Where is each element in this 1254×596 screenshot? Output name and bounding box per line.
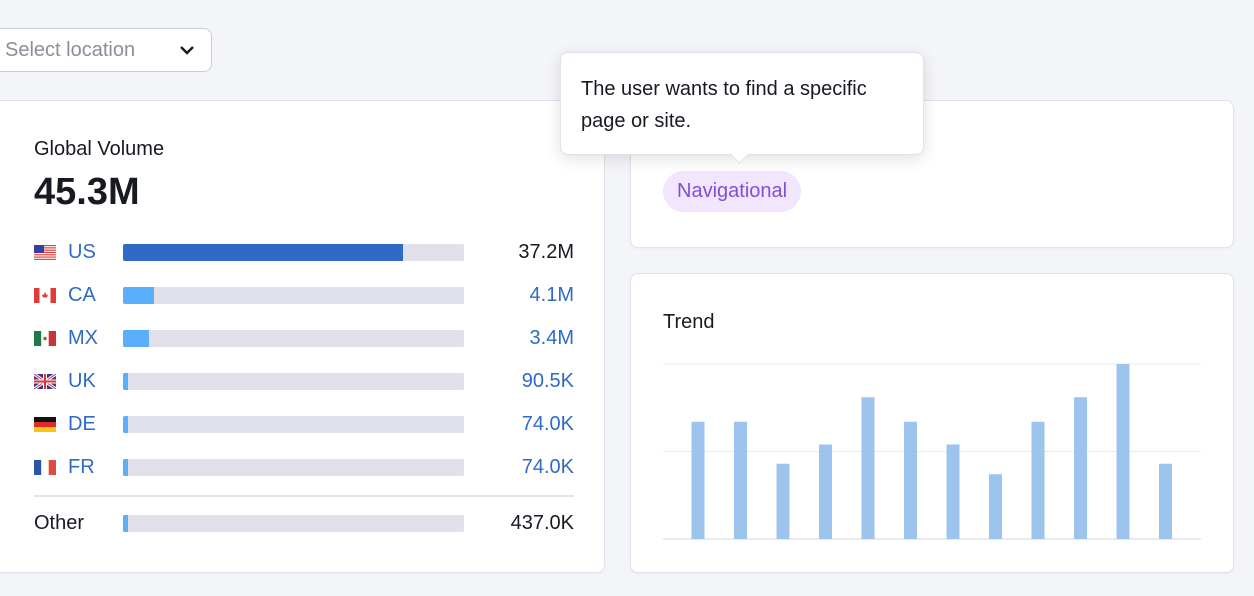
intent-badge[interactable]: Navigational	[663, 171, 802, 212]
country-row-de[interactable]: DE 74.0K	[34, 412, 574, 436]
country-value[interactable]: 74.0K	[522, 413, 574, 436]
de-flag-icon	[34, 416, 56, 432]
volume-bar-fill	[123, 286, 154, 304]
country-value[interactable]: 3.4M	[530, 327, 574, 350]
trend-bar[interactable]	[819, 444, 832, 540]
volume-bar-track	[123, 415, 464, 433]
global-volume-label: Global Volume	[34, 138, 165, 160]
location-select[interactable]: Select location	[0, 28, 212, 72]
ca-flag-icon	[34, 287, 56, 303]
country-row-other: Other 437.0K	[34, 511, 574, 535]
country-value[interactable]: 74.0K	[522, 456, 574, 479]
volume-bar-track	[123, 458, 464, 476]
country-value[interactable]: 37.2M	[518, 241, 574, 264]
trend-bar[interactable]	[1116, 364, 1130, 539]
trend-bar[interactable]	[946, 444, 960, 540]
volume-bar-fill	[123, 372, 129, 390]
country-row-ca[interactable]: CA 4.1M	[34, 283, 574, 307]
country-row-us[interactable]: US 37.2M	[34, 240, 574, 264]
other-value: 437.0K	[510, 511, 574, 534]
volume-bar-track	[123, 514, 464, 532]
global-volume-total: 45.3M	[34, 171, 140, 213]
volume-bar-track	[123, 329, 464, 347]
volume-bar-track	[123, 243, 464, 261]
country-code[interactable]: MX	[68, 327, 123, 350]
volume-bar-track	[123, 286, 464, 304]
fr-flag-icon	[34, 459, 56, 475]
country-code[interactable]: US	[68, 241, 123, 264]
trend-chart	[663, 363, 1201, 540]
trend-bar[interactable]	[861, 397, 875, 539]
volume-bar-track	[123, 372, 464, 390]
volume-bar-fill	[123, 415, 129, 433]
intent-tooltip: The user wants to find a specific page o…	[560, 52, 924, 155]
country-row-fr[interactable]: FR 74.0K	[34, 455, 574, 479]
trend-bar[interactable]	[1159, 463, 1172, 539]
country-code[interactable]: CA	[68, 284, 123, 307]
trend-bar[interactable]	[776, 463, 790, 539]
country-row-uk[interactable]: UK 90.5K	[33, 369, 574, 393]
country-value[interactable]: 90.5K	[522, 370, 574, 393]
uk-flag-icon	[33, 372, 57, 390]
country-value[interactable]: 4.1M	[530, 284, 574, 307]
country-row-mx[interactable]: MX 3.4M	[34, 326, 574, 350]
volume-bar-fill	[123, 329, 149, 347]
divider	[34, 495, 574, 497]
country-code[interactable]: DE	[68, 413, 123, 436]
location-select-placeholder: Select location	[5, 38, 136, 61]
trend-bar[interactable]	[1074, 397, 1087, 539]
global-volume-card: Global Volume 45.3M US 37.2M CA 4.1M MX …	[0, 100, 605, 573]
chevron-down-icon	[180, 46, 194, 55]
country-code[interactable]: UK	[68, 370, 123, 393]
trend-bar[interactable]	[904, 421, 917, 539]
volume-bar-fill	[123, 458, 129, 476]
trend-bar[interactable]	[734, 421, 747, 539]
country-code[interactable]: FR	[68, 456, 123, 479]
other-label: Other	[34, 511, 85, 534]
volume-bar-fill	[123, 243, 403, 261]
volume-bar-fill	[123, 514, 129, 532]
trend-card: Trend	[630, 273, 1234, 573]
trend-bar[interactable]	[989, 474, 1002, 539]
mx-flag-icon	[34, 330, 56, 346]
us-flag-icon	[34, 244, 56, 260]
trend-bar[interactable]	[691, 421, 705, 539]
trend-bar[interactable]	[1031, 421, 1045, 539]
